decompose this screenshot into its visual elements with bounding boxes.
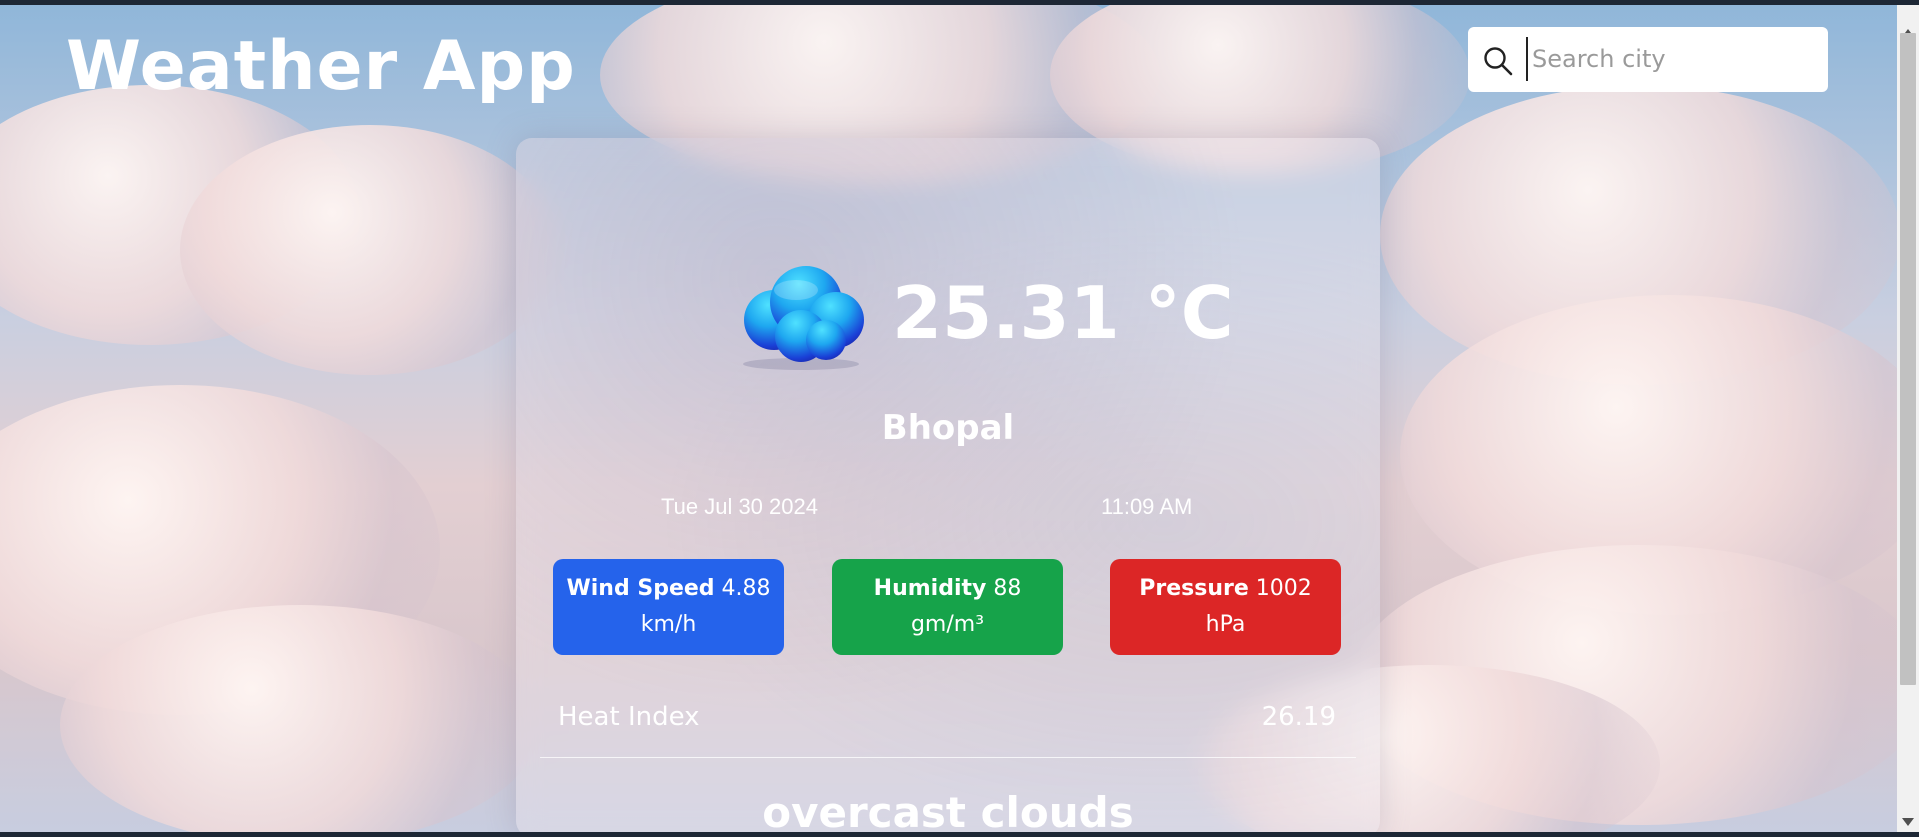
cloud-icon (726, 256, 876, 376)
weather-card: 25.31 °C Bhopal Tue Jul 30 2024 11:09 AM… (516, 138, 1380, 837)
date-text: Tue Jul 30 2024 (661, 494, 818, 519)
pressure-value: 1002 (1255, 576, 1312, 601)
search-box[interactable] (1468, 27, 1828, 92)
wind-speed-value: 4.88 (721, 576, 771, 601)
scrollbar-thumb[interactable] (1900, 33, 1916, 685)
city-name: Bhopal (881, 408, 1015, 448)
heat-index-value: 26.19 (1261, 702, 1336, 732)
vertical-scrollbar[interactable] (1897, 5, 1919, 832)
time-text: 11:09 AM (1101, 494, 1193, 519)
pressure-unit: hPa (1205, 612, 1246, 637)
wind-speed-label: Wind Speed (566, 576, 715, 601)
humidity-unit: gm/m³ (910, 612, 985, 637)
pressure-card: Pressure 1002 hPa (1110, 559, 1341, 655)
temperature: 25.31 °C (892, 271, 1234, 355)
humidity-label: Humidity (873, 576, 987, 601)
pressure-label: Pressure (1139, 576, 1249, 601)
wind-speed-unit: km/h (640, 612, 697, 637)
divider (540, 757, 1356, 758)
search-input[interactable] (1526, 37, 1822, 81)
wind-speed-card: Wind Speed 4.88 km/h (553, 559, 784, 655)
heat-index-label: Heat Index (558, 702, 700, 732)
humidity-card: Humidity 88 gm/m³ (832, 559, 1063, 655)
scroll-down-arrow-icon[interactable] (1902, 818, 1914, 826)
humidity-value: 88 (993, 576, 1022, 601)
weather-description: overcast clouds (762, 788, 1134, 837)
browser-bottom-edge (0, 832, 1919, 837)
app-title: Weather App (66, 27, 576, 106)
search-icon[interactable] (1482, 45, 1514, 77)
